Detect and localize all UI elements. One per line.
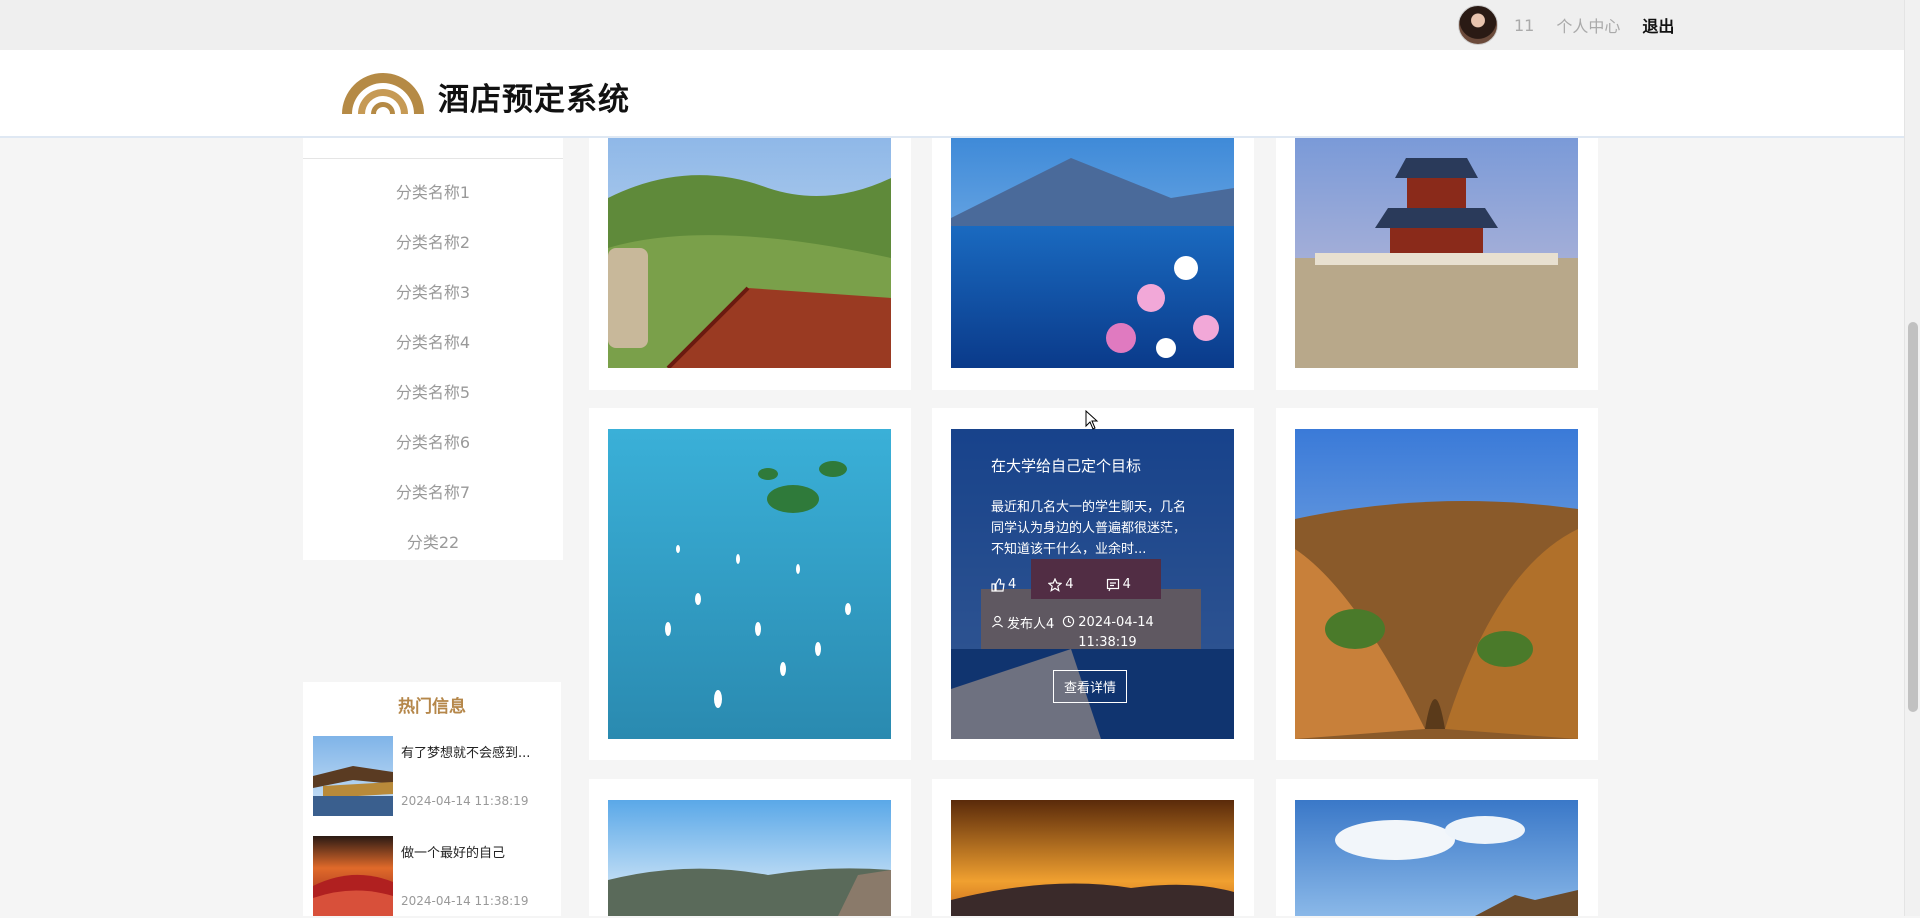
category-item[interactable]: 分类名称3 (303, 268, 563, 318)
hot-item-title[interactable]: 有了梦想就不会感到... (401, 742, 530, 761)
grid-card[interactable] (589, 408, 911, 760)
card-image[interactable]: 在大学给自己定个目标 最近和几名大一的学生聊天，几名同学认为身边的人普遍都很迷茫… (951, 429, 1234, 739)
favorites-count: 4 (1065, 577, 1074, 592)
grid-card[interactable] (589, 779, 911, 916)
card-image[interactable] (608, 429, 891, 739)
comments-stat: 4 (1106, 577, 1131, 592)
view-detail-button[interactable]: 查看详情 (1053, 670, 1128, 703)
card-image[interactable] (608, 800, 891, 916)
category-item[interactable]: 分类名称1 (303, 168, 563, 218)
hot-item-thumbnail[interactable] (313, 836, 393, 916)
category-list: 分类名称1 分类名称2 分类名称3 分类名称4 分类名称5 分类名称6 分类名称… (303, 168, 563, 568)
card-image[interactable] (951, 138, 1234, 368)
personal-center-link[interactable]: 个人中心 (1556, 13, 1620, 37)
author-name: 发布人4 (1007, 617, 1055, 632)
hot-item[interactable]: 有了梦想就不会感到... 2024-04-14 11:38:19 (313, 736, 553, 818)
avatar[interactable] (1458, 5, 1498, 45)
card-image[interactable] (1295, 429, 1578, 739)
clock-icon (1063, 615, 1075, 628)
category-item[interactable]: 分类名称5 (303, 368, 563, 418)
category-item[interactable]: 分类名称4 (303, 318, 563, 368)
likes-count: 4 (1008, 577, 1017, 592)
category-item[interactable]: 分类22 (303, 518, 563, 568)
page-scrollbar[interactable] (1904, 0, 1920, 916)
publish-time: 2024-04-14 11:38:19 (1078, 615, 1154, 650)
card-image[interactable] (951, 800, 1234, 916)
mouse-cursor-icon (1085, 410, 1099, 430)
grid-card[interactable] (1276, 408, 1598, 760)
author-meta: 发布人4 (991, 613, 1054, 653)
grid-card[interactable] (932, 128, 1254, 390)
grid-card-hovered[interactable]: 在大学给自己定个目标 最近和几名大一的学生聊天，几名同学认为身边的人普遍都很迷茫… (932, 408, 1254, 760)
card-image[interactable] (608, 138, 891, 368)
logout-link[interactable]: 退出 (1642, 13, 1674, 37)
user-icon (991, 615, 1004, 628)
category-panel: 全部 分类名称1 分类名称2 分类名称3 分类名称4 分类名称5 分类名称6 分… (303, 128, 563, 560)
hot-item-time: 2024-04-14 11:38:19 (401, 894, 529, 908)
user-area: 11 个人中心 退出 (1458, 5, 1674, 45)
username: 11 (1514, 15, 1535, 35)
logo-icon[interactable] (338, 66, 428, 116)
favorites-stat: 4 (1048, 577, 1074, 592)
site-header: 酒店预定系统 (0, 50, 1904, 138)
hot-item-time: 2024-04-14 11:38:19 (401, 794, 529, 808)
hot-item-thumbnail[interactable] (313, 736, 393, 816)
grid-card[interactable] (932, 779, 1254, 916)
category-divider (303, 158, 563, 159)
top-bar: 11 个人中心 退出 (0, 0, 1904, 50)
hot-info-panel: 热门信息 有了梦想就不会感到... 2024-04-14 11:38:19 做一… (303, 682, 561, 916)
card-meta: 发布人4 2024-04-14 11:38:19 (991, 613, 1182, 653)
star-icon (1048, 577, 1063, 592)
category-item[interactable]: 分类名称2 (303, 218, 563, 268)
thumbs-up-icon (991, 577, 1005, 592)
hot-item-title[interactable]: 做一个最好的自己 (401, 842, 505, 861)
time-meta: 2024-04-14 11:38:19 (1062, 613, 1174, 653)
grid-card[interactable] (1276, 128, 1598, 390)
card-stats: 4 4 4 (991, 577, 1163, 592)
comments-count: 4 (1122, 577, 1131, 592)
hot-item[interactable]: 做一个最好的自己 2024-04-14 11:38:19 (313, 836, 553, 918)
grid-card[interactable] (589, 128, 911, 390)
card-hover-overlay: 在大学给自己定个目标 最近和几名大一的学生聊天，几名同学认为身边的人普遍都很迷茫… (951, 429, 1234, 739)
grid-card[interactable] (1276, 779, 1598, 916)
likes-stat: 4 (991, 577, 1016, 592)
site-title[interactable]: 酒店预定系统 (438, 74, 630, 119)
hot-info-title: 热门信息 (398, 697, 466, 717)
card-title[interactable]: 在大学给自己定个目标 (991, 455, 1141, 476)
card-description: 最近和几名大一的学生聊天，几名同学认为身边的人普遍都很迷茫，不知道该干什么，业余… (991, 500, 1187, 557)
card-image[interactable] (1295, 138, 1578, 368)
category-item[interactable]: 分类名称6 (303, 418, 563, 468)
category-item[interactable]: 分类名称7 (303, 468, 563, 518)
scrollbar-thumb[interactable] (1908, 322, 1918, 712)
card-image[interactable] (1295, 800, 1578, 916)
comment-icon (1106, 578, 1119, 591)
